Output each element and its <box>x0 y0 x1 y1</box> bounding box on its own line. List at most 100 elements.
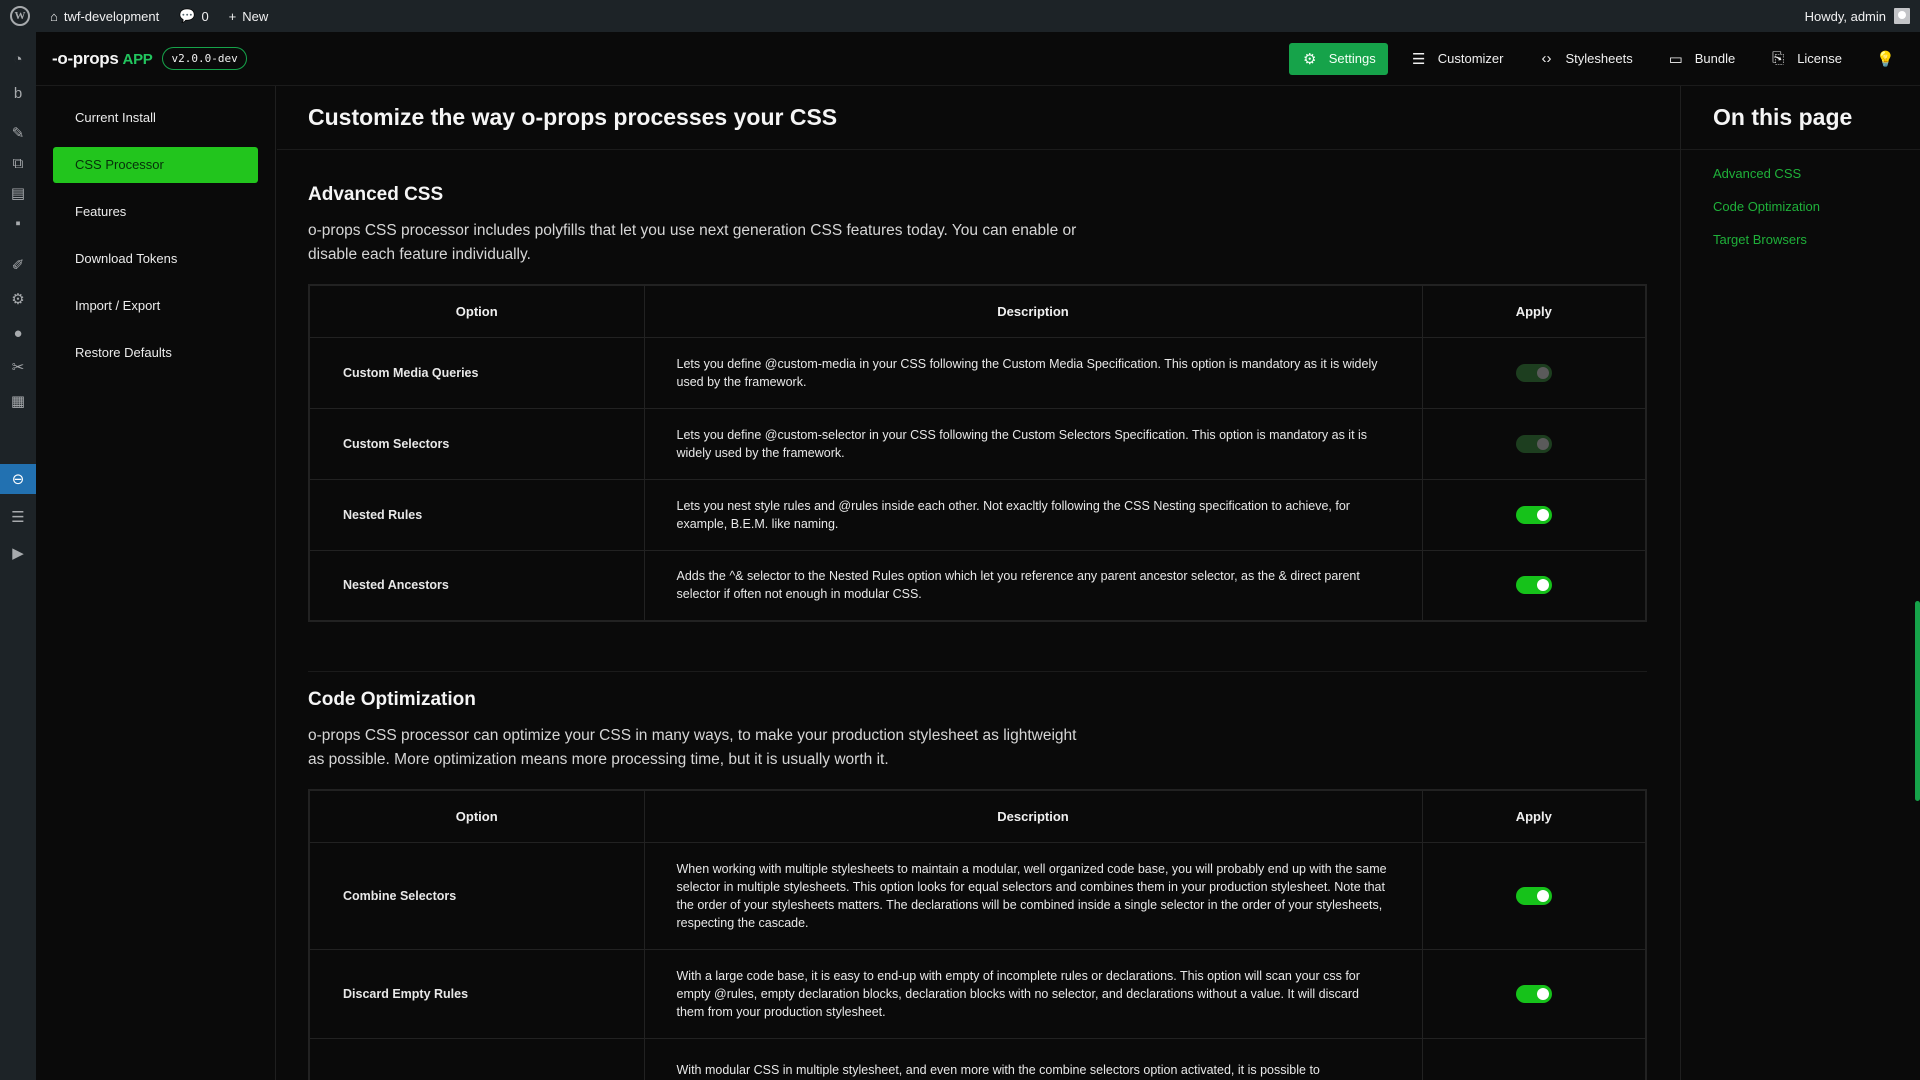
lightbulb-icon: 💡 <box>1876 50 1895 68</box>
options-table: Option Description Apply Custom Media Qu… <box>308 284 1647 622</box>
appearance-brush-icon[interactable]: ✐ <box>0 250 36 280</box>
apply-toggle[interactable] <box>1515 363 1552 382</box>
column-header-option: Option <box>308 284 645 338</box>
option-name <box>308 1037 645 1080</box>
apply-toggle[interactable] <box>1515 505 1552 524</box>
toc-link-code-optimization[interactable]: Code Optimization <box>1681 199 1920 214</box>
section-lead: o-props CSS processor can optimize your … <box>308 727 1077 768</box>
comments-link[interactable]: 💬 0 <box>169 0 218 32</box>
section-advanced-css: Advanced CSS o-props CSS processor inclu… <box>277 184 1680 672</box>
settings-button[interactable]: ⚙ Settings <box>1288 42 1388 75</box>
plugins-icon[interactable]: ⚙ <box>0 284 36 314</box>
page-title: Customize the way o-props processes your… <box>308 104 838 130</box>
list-icon[interactable]: ☰ <box>0 502 36 532</box>
wp-admin-menu: ◔ b ✎ ⧉ ▤ ▪ ✐ ⚙ ● ✂ ▦ ⊖ ☰ ▶ <box>0 32 36 1080</box>
option-name: Custom Selectors <box>308 407 645 480</box>
app-header: -o-props APP v2.0.0-dev ⚙ Settings ☰ Cust… <box>36 32 1920 86</box>
code-icon: ‹› <box>1541 50 1552 67</box>
section-lead: o-props CSS processor includes polyfills… <box>308 222 1077 263</box>
table-row: Custom Media Queries Lets you define @cu… <box>308 336 1647 409</box>
site-name-link[interactable]: ⌂ twf-development <box>40 0 169 32</box>
toc-link-advanced-css[interactable]: Advanced CSS <box>1681 166 1920 181</box>
table-row: Custom Selectors Lets you define @custom… <box>308 407 1647 480</box>
settings-grid-icon[interactable]: ▦ <box>0 386 36 416</box>
wp-admin-bar: W ⌂ twf-development 💬 0 + New Howdy, adm… <box>0 0 1920 32</box>
sidebar-item-css-processor[interactable]: CSS Processor <box>53 147 258 183</box>
section-divider <box>308 671 1647 672</box>
option-description: Adds the ^& selector to the Nested Rules… <box>643 549 1423 622</box>
howdy-label: Howdy, admin <box>1804 8 1886 24</box>
apply-toggle[interactable] <box>1515 984 1552 1003</box>
sidebar-item-features[interactable]: Features <box>53 194 258 230</box>
media-icon[interactable]: ⧉ <box>0 148 36 178</box>
home-icon: ⌂ <box>50 8 58 24</box>
new-content-link[interactable]: + New <box>219 0 279 32</box>
my-account-menu[interactable]: Howdy, admin <box>1805 8 1920 24</box>
option-description: With a large code base, it is easy to en… <box>643 948 1423 1039</box>
new-label: New <box>242 8 269 24</box>
bundle-button[interactable]: ▭ Bundle <box>1655 43 1747 75</box>
column-header-description: Description <box>643 789 1423 843</box>
section-heading: Advanced CSS <box>308 184 444 205</box>
comment-icon: 💬 <box>179 8 196 23</box>
option-name: Custom Media Queries <box>308 336 645 409</box>
toc-link-target-browsers[interactable]: Target Browsers <box>1681 232 1920 247</box>
play-icon[interactable]: ▶ <box>0 538 36 568</box>
wp-logo-menu[interactable]: W <box>0 0 40 32</box>
customizer-button[interactable]: ☰ Customizer <box>1398 43 1516 75</box>
table-row: Discard Empty Rules With a large code ba… <box>308 948 1647 1039</box>
option-description: When working with multiple stylesheets t… <box>643 841 1423 950</box>
plus-icon: + <box>228 8 237 24</box>
section-code-optimization: Code Optimization o-props CSS processor … <box>277 689 1680 1080</box>
tips-button[interactable]: 💡 <box>1864 43 1906 75</box>
scrollbar-thumb[interactable] <box>1915 601 1920 801</box>
gear-icon: ⚙ <box>1303 50 1317 68</box>
column-header-apply: Apply <box>1421 789 1647 843</box>
apply-toggle[interactable] <box>1515 886 1552 905</box>
version-badge: v2.0.0-dev <box>162 47 247 70</box>
column-header-apply: Apply <box>1421 284 1647 338</box>
box-icon: ▭ <box>1668 50 1683 68</box>
comments-icon[interactable]: ▪ <box>0 208 36 238</box>
table-row: Combine Selectors When working with mult… <box>308 841 1647 950</box>
sliders-icon: ☰ <box>1412 50 1426 68</box>
top-navigation: ⚙ Settings ☰ Customizer ‹› Stylesheets ▭… <box>1288 42 1920 75</box>
option-name: Nested Rules <box>308 478 645 551</box>
pages-icon[interactable]: ▤ <box>0 178 36 208</box>
on-this-page-toc: On this page Advanced CSS Code Optimizat… <box>1680 86 1920 1080</box>
posts-pin-icon[interactable]: ✎ <box>0 118 36 148</box>
sidebar-item-import-export[interactable]: Import / Export <box>53 288 258 324</box>
main-content: Customize the way o-props processes your… <box>277 86 1680 1080</box>
option-description: Lets you nest style rules and @rules ins… <box>643 478 1423 551</box>
apply-toggle[interactable] <box>1515 576 1552 595</box>
o-props-menu-icon[interactable]: ⊖ <box>0 464 36 494</box>
site-name-label: twf-development <box>63 8 160 24</box>
b-plugin-icon[interactable]: b <box>0 78 36 108</box>
apply-toggle[interactable] <box>1515 434 1552 453</box>
comments-count: 0 <box>201 8 209 24</box>
customizer-label: Customizer <box>1437 51 1504 66</box>
users-icon[interactable]: ● <box>0 318 36 348</box>
sidebar-item-current-install[interactable]: Current Install <box>53 100 258 136</box>
tools-wrench-icon[interactable]: ✂ <box>0 352 36 382</box>
brand-name: -o-props APP <box>52 48 153 68</box>
options-table: Option Description Apply Combine Selecto… <box>308 789 1647 1080</box>
option-description: Lets you define @custom-media in your CS… <box>643 336 1423 409</box>
license-label: License <box>1797 51 1842 66</box>
dashboard-icon[interactable]: ◔ <box>0 44 36 74</box>
toc-title: On this page <box>1681 86 1920 150</box>
stylesheets-label: Stylesheets <box>1565 51 1633 66</box>
option-name: Nested Ancestors <box>308 549 645 622</box>
sidebar-item-restore-defaults[interactable]: Restore Defaults <box>53 335 258 371</box>
bundle-label: Bundle <box>1694 51 1736 66</box>
license-button[interactable]: ⎘ License <box>1757 43 1854 75</box>
wordpress-logo-icon: W <box>10 6 30 26</box>
app-brand[interactable]: -o-props APP v2.0.0-dev <box>36 47 247 70</box>
sidebar-item-download-tokens[interactable]: Download Tokens <box>53 241 258 277</box>
stylesheets-button[interactable]: ‹› Stylesheets <box>1526 43 1645 75</box>
page-title-bar: Customize the way o-props processes your… <box>277 86 1680 150</box>
bookmark-icon: ⎘ <box>1772 50 1785 67</box>
column-header-option: Option <box>308 789 645 843</box>
avatar <box>1894 8 1910 24</box>
option-name: Combine Selectors <box>308 841 645 950</box>
